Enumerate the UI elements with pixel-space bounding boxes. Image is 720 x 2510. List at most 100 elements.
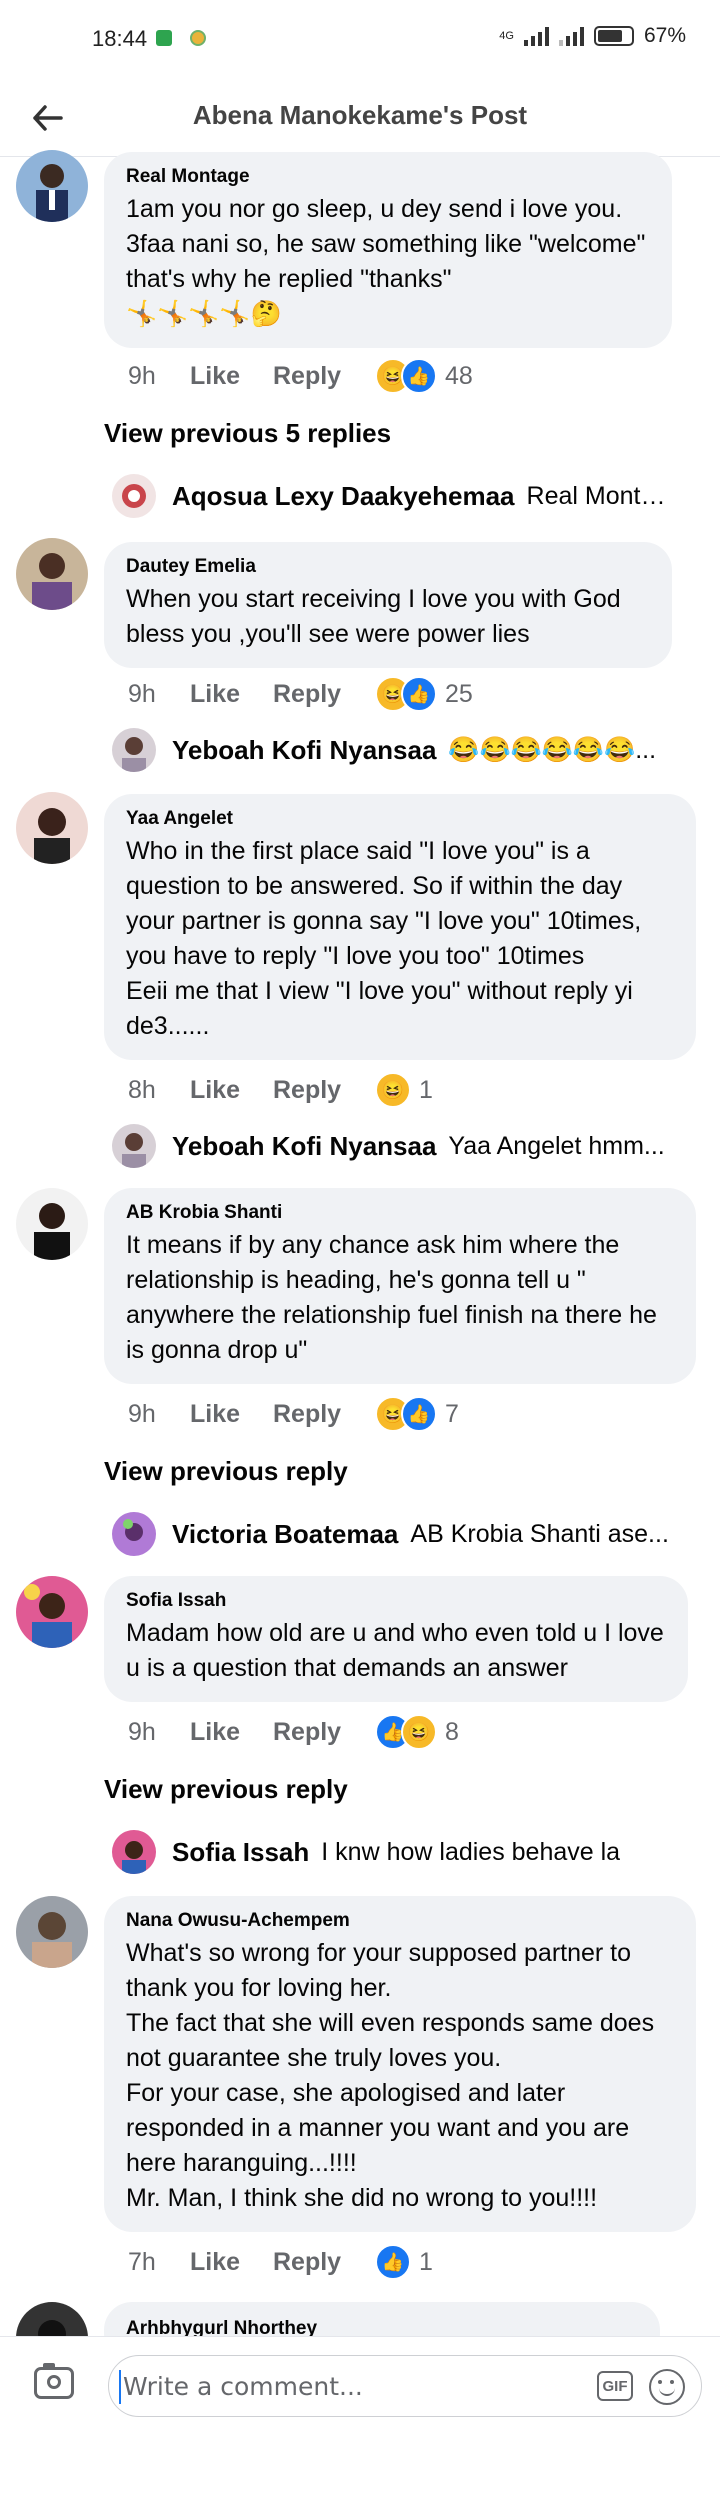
comment-text: It means if by any chance ask him where … xyxy=(126,1231,657,1364)
reply-author[interactable]: Yeboah Kofi Nyansaa xyxy=(172,735,436,766)
comment-time: 9h xyxy=(128,1717,156,1746)
emoji-icon[interactable] xyxy=(649,2369,685,2405)
signal-icon-2 xyxy=(558,26,584,46)
reply-button[interactable]: Reply xyxy=(273,680,375,709)
comment-actions: 9h Like Reply 😆 👍 48 xyxy=(128,358,473,394)
view-previous-reply[interactable]: View previous reply xyxy=(104,1774,348,1805)
avatar[interactable] xyxy=(16,150,88,222)
haha-reaction-icon: 😆 xyxy=(401,1714,437,1750)
avatar xyxy=(112,474,156,518)
reaction-count: 48 xyxy=(445,361,473,390)
comment-bubble[interactable]: Real Montage 1am you nor go sleep, u dey… xyxy=(104,152,672,348)
like-button[interactable]: Like xyxy=(190,1076,273,1105)
like-button[interactable]: Like xyxy=(190,362,273,391)
gif-icon[interactable]: GIF xyxy=(597,2371,633,2401)
view-previous-reply[interactable]: View previous reply xyxy=(104,1456,348,1487)
reaction-summary[interactable]: 😆 👍 25 xyxy=(375,676,473,712)
like-reaction-icon: 👍 xyxy=(375,2244,411,2280)
reaction-count: 1 xyxy=(419,1075,433,1104)
status-right: 4G 67% xyxy=(499,24,686,48)
reply-text: 😂😂😂😂😂😂... xyxy=(448,735,657,764)
comment-time: 9h xyxy=(128,361,156,390)
comment-bubble[interactable]: Nana Owusu-Achempem What's so wrong for … xyxy=(104,1896,696,2232)
comment-time: 8h xyxy=(128,1075,156,1104)
reaction-summary[interactable]: 😆 👍 7 xyxy=(375,1396,459,1432)
comment-text: Who in the first place said "I love you"… xyxy=(126,837,642,1040)
like-button[interactable]: Like xyxy=(190,680,273,709)
reply-button[interactable]: Reply xyxy=(273,1076,375,1105)
comment-actions: 9h Like Reply 👍 😆 8 xyxy=(128,1714,459,1750)
comment-text: 1am you nor go sleep, u dey send i love … xyxy=(126,195,646,328)
avatar[interactable] xyxy=(16,538,88,610)
comment-author[interactable]: Real Montage xyxy=(126,166,650,188)
view-previous-replies[interactable]: View previous 5 replies xyxy=(104,418,391,449)
avatar xyxy=(112,728,156,772)
reply-button[interactable]: Reply xyxy=(273,1400,375,1429)
reply-button[interactable]: Reply xyxy=(273,362,375,391)
camera-icon[interactable] xyxy=(34,2363,74,2399)
comment-author[interactable]: Sofia Issah xyxy=(126,1590,666,1612)
reaction-count: 7 xyxy=(445,1399,459,1428)
comment-text: When you start receiving I love you with… xyxy=(126,585,621,648)
avatar xyxy=(112,1124,156,1168)
reaction-summary[interactable]: 😆 1 xyxy=(375,1072,433,1108)
reply-preview[interactable]: Yeboah Kofi Nyansaa 😂😂😂😂😂😂... xyxy=(112,728,672,772)
reply-author[interactable]: Yeboah Kofi Nyansaa xyxy=(172,1131,436,1162)
comment-time: 9h xyxy=(128,1399,156,1428)
comment-actions: 7h Like Reply 👍 1 xyxy=(128,2244,433,2280)
reply-author[interactable]: Aqosua Lexy Daakyehemaa xyxy=(172,481,515,512)
comment-bubble[interactable]: AB Krobia Shanti It means if by any chan… xyxy=(104,1188,696,1384)
status-bar: 18:44 4G 67% xyxy=(0,0,720,80)
like-button[interactable]: Like xyxy=(190,2248,273,2277)
avatar[interactable] xyxy=(16,1576,88,1648)
reaction-count: 1 xyxy=(419,2247,433,2276)
reply-button[interactable]: Reply xyxy=(273,2248,375,2277)
like-button[interactable]: Like xyxy=(190,1400,273,1429)
like-reaction-icon: 👍 xyxy=(401,1396,437,1432)
like-reaction-icon: 👍 xyxy=(401,358,437,394)
comment-bubble[interactable]: Sofia Issah Madam how old are u and who … xyxy=(104,1576,688,1702)
reaction-summary[interactable]: 👍 1 xyxy=(375,2244,433,2280)
text-cursor xyxy=(119,2370,121,2404)
comment-text: Madam how old are u and who even told u … xyxy=(126,1619,664,1682)
reply-button[interactable]: Reply xyxy=(273,1718,375,1747)
like-button[interactable]: Like xyxy=(190,1718,273,1747)
reply-text: AB Krobia Shanti ase... xyxy=(410,1519,669,1548)
battery-icon xyxy=(593,26,634,46)
comment-composer: Write a comment... GIF xyxy=(0,2336,720,2439)
avatar xyxy=(112,1830,156,1874)
network-type: 4G xyxy=(499,30,514,42)
avatar xyxy=(112,1512,156,1556)
avatar[interactable] xyxy=(16,1188,88,1260)
haha-reaction-icon: 😆 xyxy=(375,1072,411,1108)
post-header: Abena Manokekame's Post xyxy=(0,80,720,157)
reaction-count: 8 xyxy=(445,1717,459,1746)
comment-input[interactable]: Write a comment... GIF xyxy=(108,2355,702,2417)
comment-author[interactable]: AB Krobia Shanti xyxy=(126,1202,674,1224)
reply-preview[interactable]: Yeboah Kofi Nyansaa Yaa Angelet hmm... xyxy=(112,1124,672,1168)
reaction-summary[interactable]: 😆 👍 48 xyxy=(375,358,473,394)
reply-author[interactable]: Sofia Issah xyxy=(172,1837,309,1868)
avatar[interactable] xyxy=(16,1896,88,1968)
comment-author[interactable]: Yaa Angelet xyxy=(126,808,674,830)
comment-bubble[interactable]: Dautey Emelia When you start receiving I… xyxy=(104,542,672,668)
status-time: 18:44 xyxy=(92,26,148,51)
comment-bubble[interactable]: Yaa Angelet Who in the first place said … xyxy=(104,794,696,1060)
comment-text: What's so wrong for your supposed partne… xyxy=(126,1939,655,2212)
reply-preview[interactable]: Victoria Boatemaa AB Krobia Shanti ase..… xyxy=(112,1512,672,1556)
reply-preview[interactable]: Aqosua Lexy Daakyehemaa Real Monta... xyxy=(112,474,672,518)
reaction-summary[interactable]: 👍 😆 8 xyxy=(375,1714,459,1750)
reply-text: Yaa Angelet hmm... xyxy=(448,1131,665,1160)
comment-time: 7h xyxy=(128,2247,156,2276)
battery-level: 67% xyxy=(643,24,686,47)
avatar[interactable] xyxy=(16,792,88,864)
notification-app-icon-2 xyxy=(190,30,206,46)
comment-author[interactable]: Dautey Emelia xyxy=(126,556,650,578)
reply-text: Real Monta... xyxy=(526,481,672,510)
reply-text: I knw how ladies behave la xyxy=(321,1837,621,1866)
comment-author[interactable]: Nana Owusu-Achempem xyxy=(126,1910,674,1932)
reply-preview[interactable]: Sofia Issah I knw how ladies behave la xyxy=(112,1830,672,1874)
comment-placeholder: Write a comment... xyxy=(123,2372,363,2401)
reaction-count: 25 xyxy=(445,679,473,708)
reply-author[interactable]: Victoria Boatemaa xyxy=(172,1519,398,1550)
